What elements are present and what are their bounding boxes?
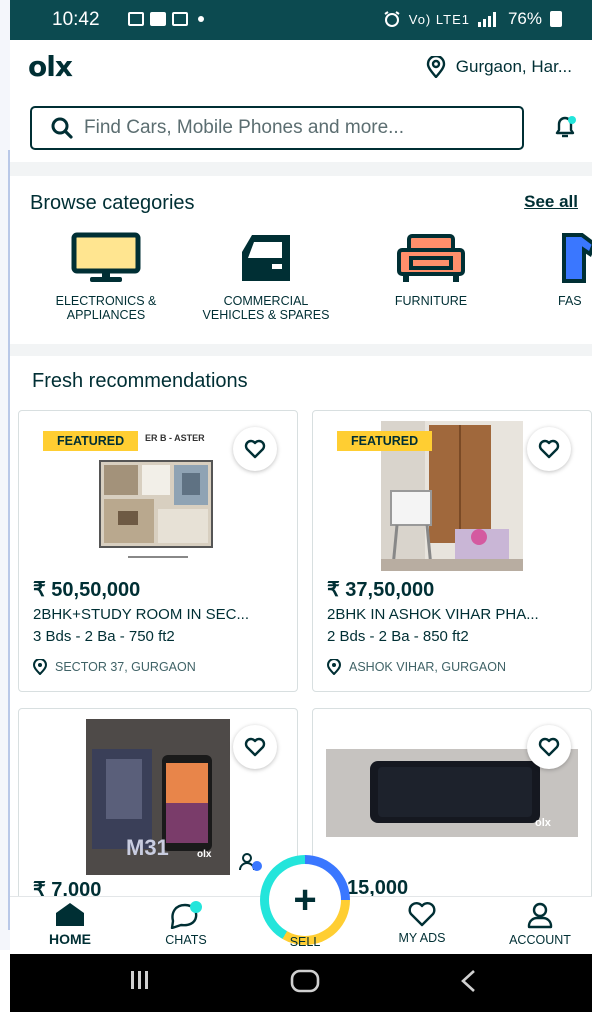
nav-label: MY ADS xyxy=(398,931,446,945)
nav-label: CHATS xyxy=(165,933,207,947)
location-pin-icon xyxy=(33,659,47,675)
nav-chats[interactable]: CHATS xyxy=(156,901,216,947)
bottom-navigation: HOME CHATS + SELL MY ADS ACCOUNT xyxy=(10,855,592,955)
category-label-line2: VEHICLES & SPARES xyxy=(202,308,330,322)
ad-specs: 3 Bds - 2 Ba - 750 ft2 xyxy=(33,628,175,645)
ad-card[interactable]: olx 15,000 xyxy=(312,708,592,896)
ad-location: ASHOK VIHAR, GURGAON xyxy=(327,659,506,675)
monitor-icon xyxy=(71,232,141,282)
category-label-line1: FAS xyxy=(558,294,582,308)
category-label-line1: ELECTRONICS & xyxy=(55,294,157,308)
ad-title: 2BHK+STUDY ROOM IN SEC... xyxy=(33,606,250,623)
recommendations-title: Fresh recommendations xyxy=(32,370,248,392)
plus-icon: + xyxy=(269,864,341,936)
olx-logo[interactable]: olx xyxy=(28,50,73,83)
category-electronics[interactable]: ELECTRONICS & APPLIANCES xyxy=(46,232,166,322)
ad-card[interactable]: FEATURED ₹ 37,50,000 2BHK IN ASHOK VIHAR… xyxy=(312,410,592,692)
featured-badge: FEATURED xyxy=(43,431,139,451)
ad-card[interactable]: M31 olx ₹ 7,000 xyxy=(18,708,298,896)
app-notification-icon xyxy=(172,12,188,26)
ad-price: ₹ 37,50,000 xyxy=(327,579,435,601)
favorite-heart-icon[interactable] xyxy=(527,725,571,769)
home-icon xyxy=(56,903,84,926)
back-icon[interactable] xyxy=(458,968,478,999)
category-label-line1: COMMERCIAL xyxy=(223,294,309,308)
account-icon xyxy=(527,902,553,929)
battery-icon xyxy=(550,11,562,27)
status-right: Vo) LTE1 76% xyxy=(383,9,562,29)
vehicle-door-icon xyxy=(242,235,290,281)
fresh-recommendations-section: Fresh recommendations ER B - ASTER FEATU… xyxy=(10,356,592,896)
olx-watermark: olx xyxy=(535,817,551,829)
ad-price: 15,000 xyxy=(347,877,409,896)
ad-title: 2BHK IN ASHOK VIHAR PHA... xyxy=(327,606,539,623)
notification-icons xyxy=(128,12,204,26)
nav-label-sell: SELL xyxy=(289,935,321,949)
signal-icon xyxy=(477,12,496,27)
message-notification-icon xyxy=(150,12,166,26)
notification-bell-icon[interactable] xyxy=(552,114,578,145)
location-pin-icon xyxy=(426,56,445,78)
category-commercial-vehicles[interactable]: COMMERCIAL VEHICLES & SPARES xyxy=(196,232,336,322)
status-bar: 10:42 Vo) LTE1 76% xyxy=(10,0,592,40)
location-selector[interactable]: Gurgaon, Har... xyxy=(426,56,572,78)
shirt-icon xyxy=(562,233,592,283)
search-row xyxy=(10,96,592,163)
category-furniture[interactable]: FURNITURE xyxy=(376,232,486,308)
browse-categories-section: Browse categories See all ELECTRONICS & … xyxy=(10,176,592,344)
sell-button[interactable]: + xyxy=(260,855,350,945)
status-time: 10:42 xyxy=(52,9,100,30)
categories-title: Browse categories xyxy=(30,192,195,214)
recent-apps-icon[interactable] xyxy=(128,968,152,997)
left-edge-strip xyxy=(0,0,10,950)
home-button-icon[interactable] xyxy=(290,968,320,999)
ad-location-label: ASHOK VIHAR, GURGAON xyxy=(349,660,506,674)
olx-watermark: olx xyxy=(197,849,212,860)
chat-bubble-icon xyxy=(170,901,202,929)
search-icon xyxy=(42,117,82,139)
network-label: Vo) LTE1 xyxy=(408,11,470,27)
category-label-line1: FURNITURE xyxy=(394,294,468,308)
heart-icon xyxy=(408,902,436,927)
alarm-icon xyxy=(384,11,400,27)
ad-price: ₹ 50,50,000 xyxy=(33,579,141,601)
location-label: Gurgaon, Har... xyxy=(455,57,572,76)
ad-card[interactable]: ER B - ASTER FEATURED ₹ 50,50,000 2BHK+S… xyxy=(18,410,298,692)
favorite-heart-icon[interactable] xyxy=(233,725,277,769)
search-input[interactable] xyxy=(82,116,506,140)
ad-location: SECTOR 37, GURGAON xyxy=(33,659,196,675)
category-fashion[interactable]: FAS xyxy=(558,232,592,308)
nav-home[interactable]: HOME xyxy=(40,901,100,947)
nav-account[interactable]: ACCOUNT xyxy=(504,901,576,947)
gallery-notification-icon xyxy=(128,12,144,26)
search-box[interactable] xyxy=(30,106,524,150)
image-caption: ER B - ASTER xyxy=(145,433,205,443)
sofa-icon xyxy=(397,234,465,282)
box-text-m31: M31 xyxy=(126,835,169,860)
ad-location-label: SECTOR 37, GURGAON xyxy=(55,660,196,674)
ad-price: ₹ 7,000 xyxy=(33,879,102,896)
app-header: olx Gurgaon, Har... xyxy=(10,40,592,96)
verified-user-icon xyxy=(239,851,263,878)
see-all-link[interactable]: See all xyxy=(524,192,578,212)
section-divider xyxy=(10,162,592,176)
more-notifications-icon xyxy=(198,16,204,22)
category-label-line2: APPLIANCES xyxy=(66,308,146,322)
favorite-heart-icon[interactable] xyxy=(233,427,277,471)
nav-label: ACCOUNT xyxy=(509,933,571,947)
favorite-heart-icon[interactable] xyxy=(527,427,571,471)
featured-badge: FEATURED xyxy=(337,431,433,451)
nav-my-ads[interactable]: MY ADS xyxy=(392,901,452,945)
section-divider xyxy=(10,344,592,356)
battery-percent: 76% xyxy=(507,9,542,28)
location-pin-icon xyxy=(327,659,341,675)
nav-label: HOME xyxy=(49,931,91,947)
system-navigation-bar xyxy=(10,954,592,1012)
ad-specs: 2 Bds - 2 Ba - 850 ft2 xyxy=(327,628,469,645)
